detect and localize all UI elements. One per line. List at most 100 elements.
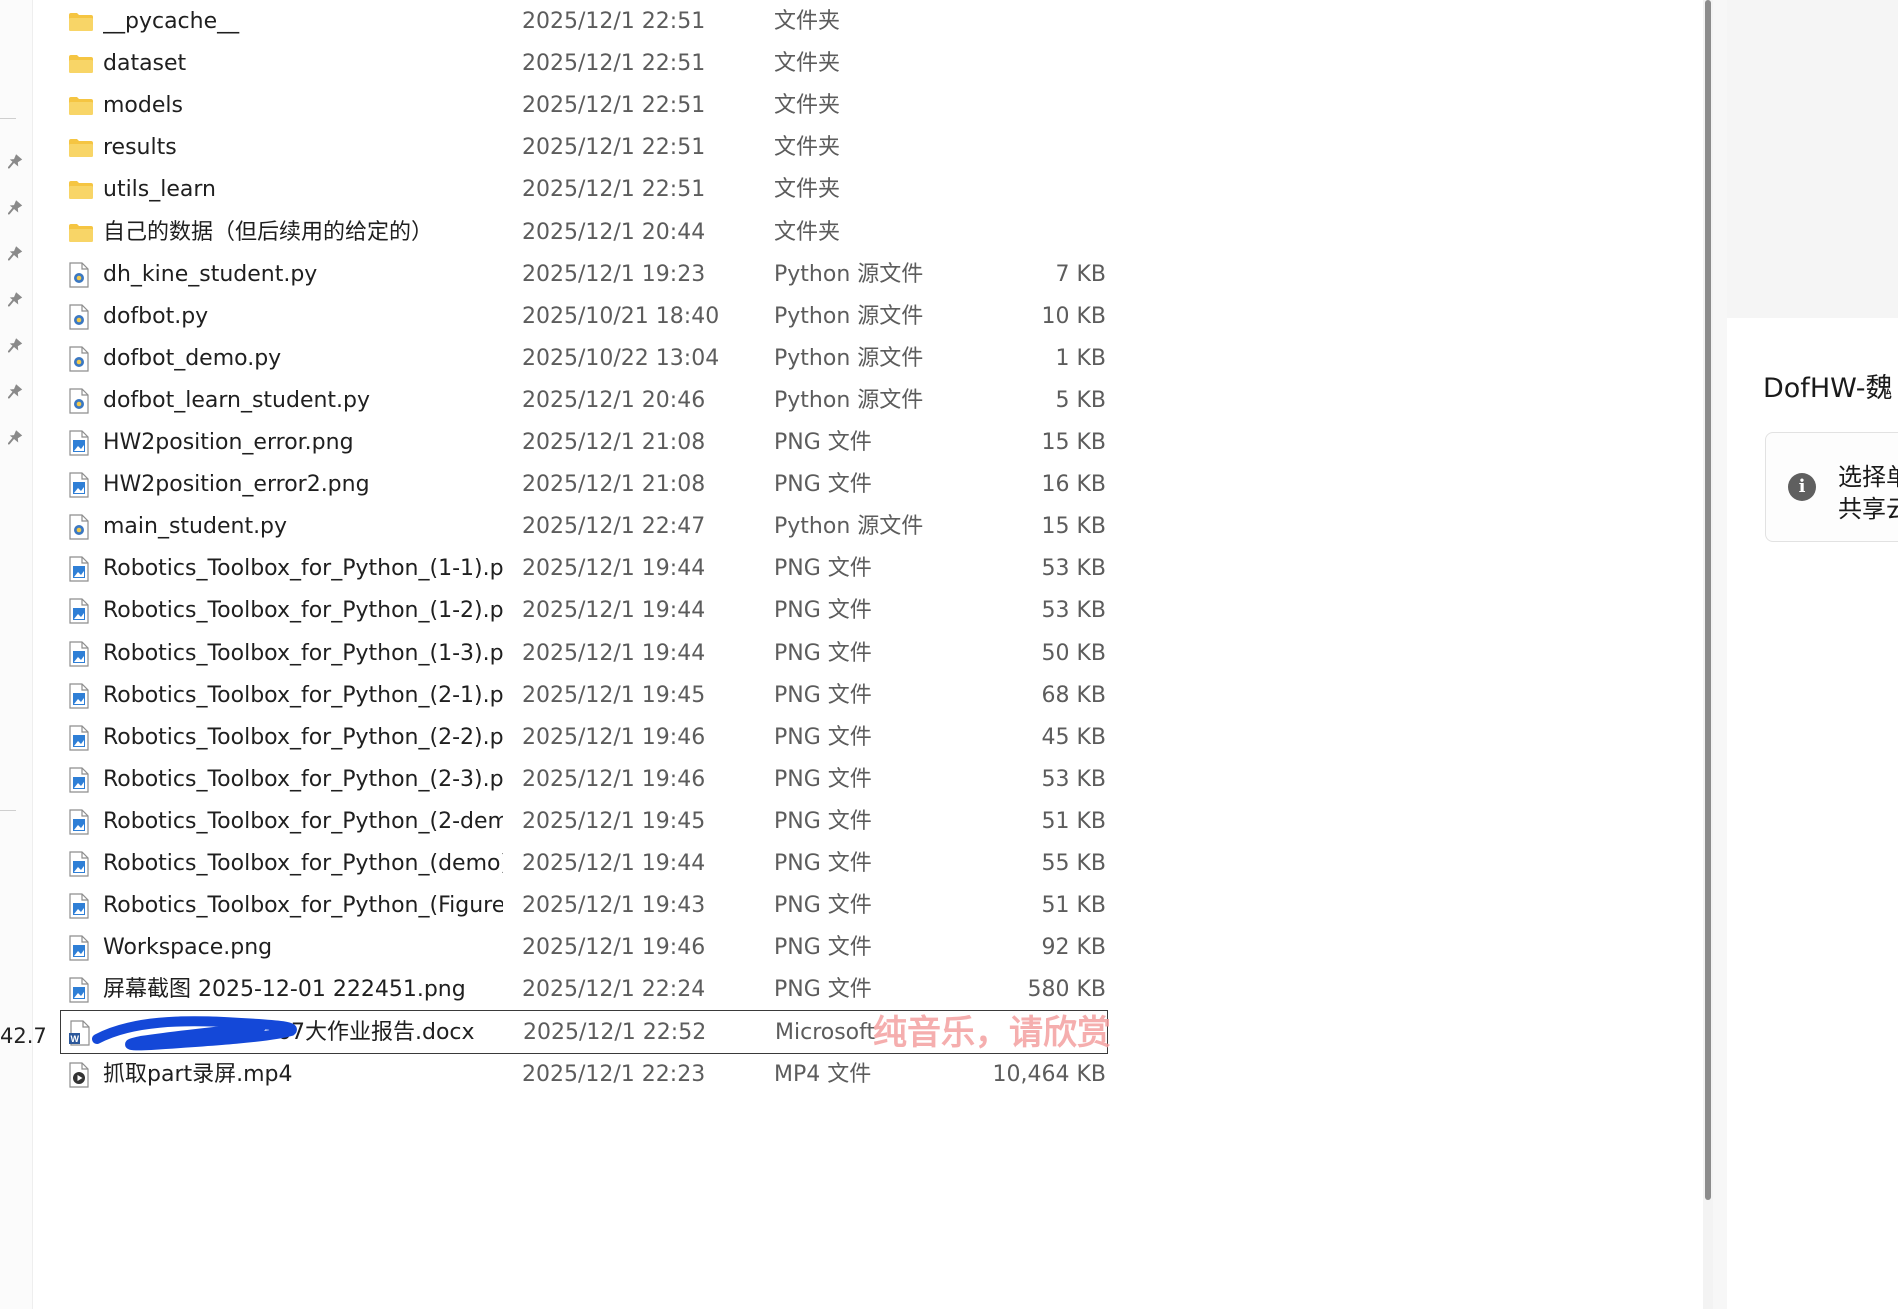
file-name[interactable]: Robotics_Toolbox_for_Python_(2-2).png bbox=[103, 716, 503, 760]
file-modified-date: 2025/12/1 19:44 bbox=[522, 851, 706, 876]
file-row[interactable]: Robotics_Toolbox_for_Python_(2-dem... 202… bbox=[60, 800, 1108, 844]
file-type: PNG 文件 bbox=[774, 682, 872, 708]
info-text-line1: 选择单 bbox=[1838, 463, 1898, 491]
file-size: 55 KB bbox=[1041, 851, 1106, 876]
file-size: 10,464 KB bbox=[992, 1061, 1107, 1087]
file-name[interactable]: Robotics_Toolbox_for_Python_(2-dem... bbox=[103, 800, 503, 844]
file-row[interactable]: Robotics_Toolbox_for_Python_(2-1).png 202… bbox=[60, 674, 1108, 718]
file-row[interactable]: Workspace.png 2025/12/1 19:46 PNG 文件 92 KB bbox=[60, 926, 1108, 970]
file-name[interactable]: HW2position_error.png bbox=[103, 421, 503, 465]
file-type: Python 源文件 bbox=[774, 345, 924, 371]
pin-icon[interactable] bbox=[4, 199, 24, 219]
pin-icon[interactable] bbox=[4, 245, 24, 265]
png-file-icon bbox=[68, 640, 94, 667]
file-row[interactable]: W …167大作业报告.docx 2025/12/1 22:52 Microsoft 纯… bbox=[60, 1010, 1111, 1055]
file-name[interactable]: Robotics_Toolbox_for_Python_(2-3).png bbox=[103, 758, 503, 802]
file-name[interactable]: 抓取part录屏.mp4 bbox=[103, 1053, 503, 1097]
file-name[interactable]: 自己的数据（但后续用的给定的） bbox=[103, 211, 503, 255]
file-type: 文件夹 bbox=[774, 135, 841, 161]
file-modified-date: 2025/12/1 19:44 bbox=[522, 556, 706, 582]
info-card: i 选择单 共享云 bbox=[1765, 432, 1898, 542]
png-file-icon bbox=[68, 556, 94, 582]
file-name[interactable]: dofbot_demo.py bbox=[103, 337, 503, 381]
file-name[interactable]: main_student.py bbox=[103, 505, 503, 549]
file-row[interactable]: Robotics_Toolbox_for_Python_(demo)... 202… bbox=[60, 842, 1108, 886]
file-name[interactable]: Robotics_Toolbox_for_Python_(2-1).png bbox=[103, 674, 503, 718]
file-name[interactable]: dataset bbox=[103, 42, 503, 86]
pin-icon[interactable] bbox=[4, 383, 24, 403]
file-row[interactable]: dofbot.py 2025/10/21 18:40 Python 源文件 10 KB bbox=[60, 295, 1108, 339]
file-modified-date: 2025/12/1 22:47 bbox=[522, 514, 706, 540]
file-modified-date: 2025/12/1 22:51 bbox=[522, 51, 706, 77]
file-name[interactable]: dofbot_learn_student.py bbox=[103, 379, 503, 423]
file-modified-date: 2025/10/21 18:40 bbox=[522, 303, 720, 329]
folder-icon bbox=[68, 51, 94, 77]
file-row[interactable]: dofbot_learn_student.py 2025/12/1 20:46 Py… bbox=[60, 379, 1108, 423]
file-modified-date: 2025/12/1 22:23 bbox=[522, 1061, 706, 1087]
file-row[interactable]: dofbot_demo.py 2025/10/22 13:04 Python 源文件… bbox=[60, 337, 1108, 381]
file-modified-date: 2025/12/1 19:45 bbox=[522, 682, 706, 708]
file-row[interactable]: HW2position_error.png 2025/12/1 21:08 PNG … bbox=[60, 421, 1108, 465]
file-type: PNG 文件 bbox=[774, 598, 872, 624]
file-size: 10 KB bbox=[1041, 303, 1106, 329]
pane-splitter[interactable] bbox=[1713, 0, 1727, 1309]
file-name[interactable]: dh_kine_student.py bbox=[103, 253, 503, 297]
file-row[interactable]: main_student.py 2025/12/1 22:47 Python 源文件… bbox=[60, 505, 1108, 549]
file-row[interactable]: Robotics_Toolbox_for_Python_(2-2).png 202… bbox=[60, 716, 1108, 760]
file-name[interactable]: models bbox=[103, 84, 503, 128]
file-name[interactable]: Robotics_Toolbox_for_Python_(Figure... bbox=[103, 884, 503, 928]
file-row[interactable]: 屏幕截图 2025-12-01 222451.png 2025/12/1 22:2… bbox=[60, 968, 1108, 1012]
file-name[interactable]: 屏幕截图 2025-12-01 222451.png bbox=[103, 968, 503, 1012]
file-row[interactable]: 抓取part录屏.mp4 2025/12/1 22:23 MP4 文件 10,464 … bbox=[60, 1053, 1108, 1097]
file-modified-date: 2025/12/1 20:46 bbox=[522, 387, 706, 413]
file-name[interactable]: Robotics_Toolbox_for_Python_(1-3).png bbox=[103, 632, 503, 676]
file-size: 15 KB bbox=[1041, 514, 1106, 540]
file-type: PNG 文件 bbox=[774, 640, 872, 666]
png-file-icon bbox=[68, 809, 94, 835]
file-type: Python 源文件 bbox=[774, 387, 924, 413]
file-type: PNG 文件 bbox=[774, 893, 872, 919]
file-row[interactable]: dh_kine_student.py 2025/12/1 19:23 Python … bbox=[60, 253, 1108, 297]
pin-icon[interactable] bbox=[4, 337, 24, 357]
file-type: 文件夹 bbox=[774, 9, 841, 34]
file-type: PNG 文件 bbox=[774, 430, 872, 455]
pin-icon[interactable] bbox=[4, 291, 24, 311]
file-modified-date: 2025/12/1 19:44 bbox=[522, 640, 706, 666]
vertical-scrollbar-thumb[interactable] bbox=[1705, 0, 1711, 1200]
file-name[interactable]: dofbot.py bbox=[103, 295, 503, 339]
file-row[interactable]: HW2position_error2.png 2025/12/1 21:08 PNG… bbox=[60, 463, 1108, 507]
file-name[interactable]: Workspace.png bbox=[103, 926, 503, 970]
folder-icon bbox=[68, 9, 94, 35]
file-row[interactable]: __pycache__ 2025/12/1 22:51 文件夹 bbox=[60, 0, 1108, 44]
file-modified-date: 2025/12/1 21:08 bbox=[522, 472, 706, 498]
folder-icon bbox=[68, 177, 94, 203]
file-modified-date: 2025/12/1 19:43 bbox=[522, 893, 706, 919]
file-row[interactable]: 自己的数据（但后续用的给定的） 2025/12/1 20:44 文件夹 bbox=[60, 211, 1108, 255]
file-name[interactable]: Robotics_Toolbox_for_Python_(1-1).png bbox=[103, 547, 503, 591]
file-name[interactable]: __pycache__ bbox=[103, 0, 503, 44]
file-name[interactable]: Robotics_Toolbox_for_Python_(1-2).png bbox=[103, 589, 503, 633]
file-row[interactable]: models 2025/12/1 22:51 文件夹 bbox=[60, 84, 1108, 128]
file-row[interactable]: Robotics_Toolbox_for_Python_(1-1).png 202… bbox=[60, 547, 1108, 591]
pin-icon[interactable] bbox=[4, 153, 24, 173]
png-file-icon bbox=[68, 598, 94, 624]
file-row[interactable]: dataset 2025/12/1 22:51 文件夹 bbox=[60, 42, 1108, 86]
pin-icon[interactable] bbox=[4, 429, 24, 449]
file-modified-date: 2025/12/1 19:46 bbox=[522, 724, 706, 750]
file-row[interactable]: Robotics_Toolbox_for_Python_(2-3).png 202… bbox=[60, 758, 1108, 802]
file-row[interactable]: utils_learn 2025/12/1 22:51 文件夹 bbox=[60, 168, 1108, 212]
file-modified-date: 2025/12/1 22:51 bbox=[522, 9, 706, 34]
file-name[interactable]: utils_learn bbox=[103, 168, 503, 212]
file-name[interactable]: Robotics_Toolbox_for_Python_(demo)... bbox=[103, 842, 503, 886]
file-size: 15 KB bbox=[1041, 430, 1106, 455]
watermark-text: 纯音乐，请欣赏 bbox=[873, 1013, 1111, 1054]
file-row[interactable]: results 2025/12/1 22:51 文件夹 bbox=[60, 126, 1108, 170]
file-row[interactable]: Robotics_Toolbox_for_Python_(Figure... 20… bbox=[60, 884, 1108, 928]
file-name[interactable]: HW2position_error2.png bbox=[103, 463, 503, 507]
png-file-icon bbox=[68, 977, 94, 1003]
file-row[interactable]: Robotics_Toolbox_for_Python_(1-3).png 202… bbox=[60, 632, 1108, 676]
file-name[interactable]: results bbox=[103, 126, 503, 170]
file-row[interactable]: Robotics_Toolbox_for_Python_(1-2).png 202… bbox=[60, 589, 1108, 633]
file-modified-date: 2025/12/1 19:46 bbox=[522, 766, 706, 792]
python-file-icon bbox=[68, 346, 94, 372]
